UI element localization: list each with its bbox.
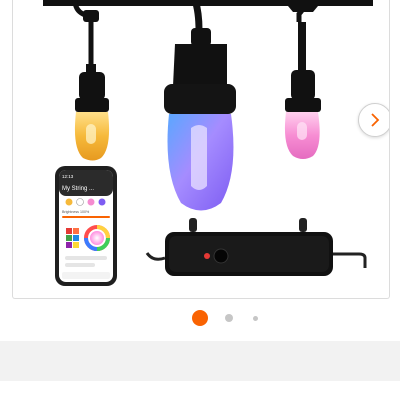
phone-time: 12:13 <box>62 174 74 179</box>
section-divider-band <box>0 341 400 381</box>
phone-app-title: My String ... <box>62 186 94 192</box>
carousel-dot-2[interactable] <box>225 314 233 322</box>
carousel-indicators <box>0 310 400 328</box>
phone-brightness: Brightness 100% <box>62 210 90 214</box>
next-image-button[interactable] <box>358 103 389 137</box>
chevron-right-icon <box>371 113 380 127</box>
product-image-gallery[interactable]: 12:13 My String ... Brightness 100% <box>12 0 390 299</box>
carousel-dot-3[interactable] <box>253 316 258 321</box>
carousel-dot-1[interactable] <box>192 310 208 326</box>
product-image: 12:13 My String ... Brightness 100% <box>43 0 373 286</box>
